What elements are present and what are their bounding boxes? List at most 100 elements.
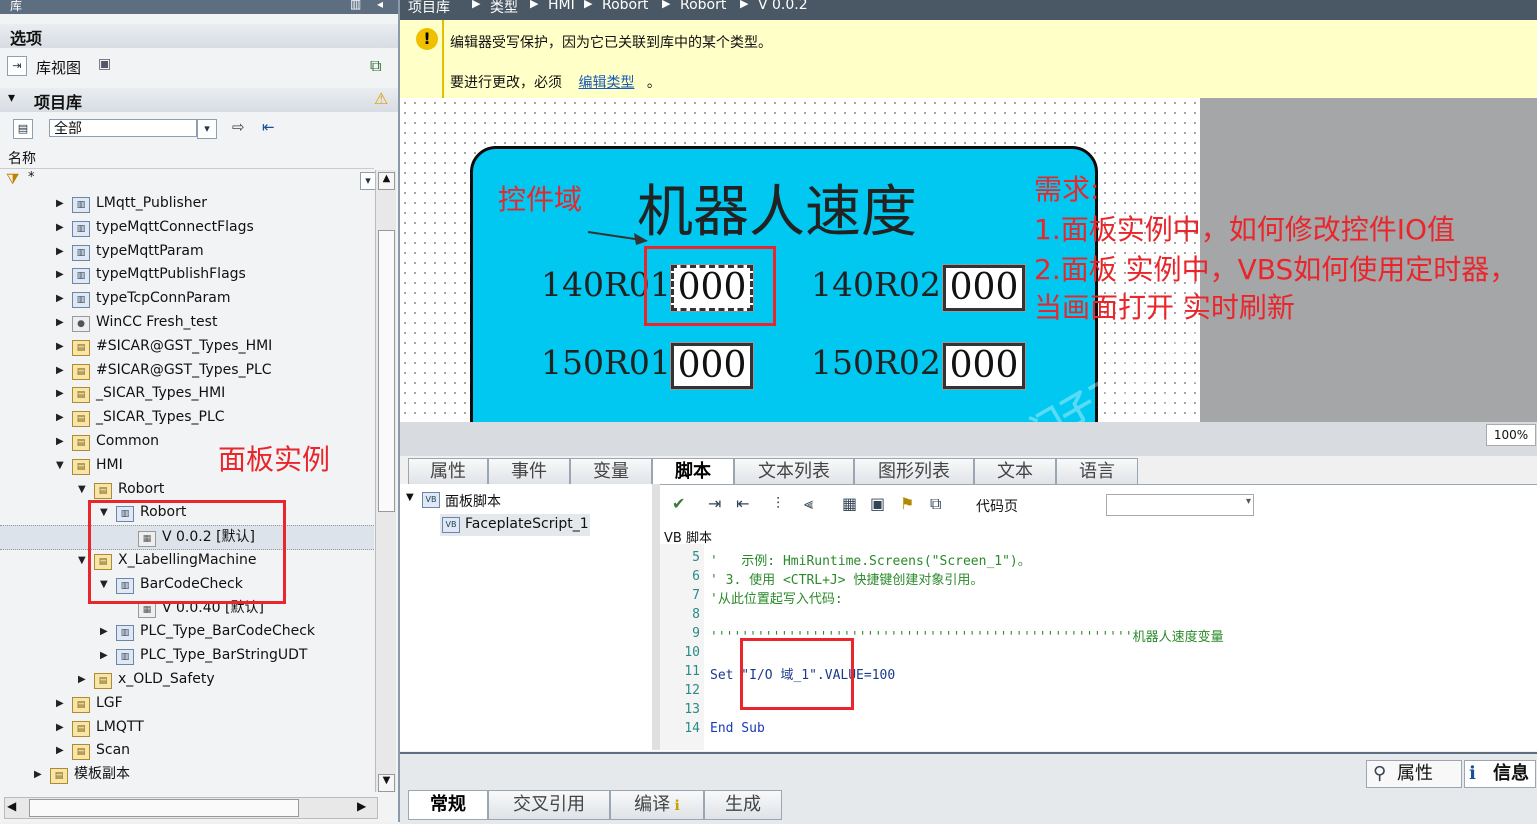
chevron-right-icon[interactable]: ▶	[34, 763, 46, 786]
tree-item[interactable]: ▶ ▥ typeTcpConnParam	[0, 287, 374, 310]
tab-5[interactable]: 图形列表	[854, 458, 974, 486]
code-line[interactable]: ' 3. 使用 <CTRL+J> 快捷键创建对象引用。	[710, 569, 983, 588]
chevron-right-icon[interactable]: ▶	[78, 668, 90, 691]
tree-item[interactable]: ▶ ● WinCC Fresh_test	[0, 311, 374, 334]
scroll-down-icon[interactable]: ▼	[378, 774, 395, 792]
next-bookmark-icon[interactable]: ⧉	[930, 494, 941, 514]
tree-item[interactable]: ▶ ▥ PLC_Type_BarCodeCheck	[0, 620, 374, 643]
chevron-down-icon[interactable]: ▼	[78, 478, 90, 501]
io-field-140r02[interactable]: 000	[942, 264, 1026, 312]
chevron-right-icon[interactable]: ▶	[56, 263, 68, 286]
splitter-area[interactable]	[400, 422, 1537, 456]
check-syntax-icon[interactable]: ✔	[672, 494, 685, 513]
chevron-right-icon[interactable]: ▶	[56, 430, 68, 453]
breadcrumb-item[interactable]: 项目库	[408, 0, 450, 17]
code-line[interactable]: ' 示例: HmiRuntime.Screens("Screen_1")。	[710, 550, 1031, 569]
bottom-tab-3[interactable]: 生成	[704, 790, 782, 820]
scroll-thumb[interactable]	[378, 230, 395, 512]
export-icon[interactable]: ⇨	[232, 118, 245, 136]
library-view-icon[interactable]: ⇥	[7, 56, 27, 76]
project-library-section[interactable]: ▾ 项目库 ⚠	[0, 88, 398, 112]
edit-type-link[interactable]: 编辑类型	[578, 75, 634, 91]
tree-item[interactable]: ▶ ▤ _SICAR_Types_HMI	[0, 382, 374, 405]
tree-item[interactable]: ▶ ▤ LGF	[0, 692, 374, 715]
pin-icon[interactable]: ▥	[350, 0, 361, 11]
outdent-icon[interactable]: ⇤	[736, 494, 749, 513]
import-icon[interactable]: ⇤	[262, 118, 275, 136]
bottom-tab-2[interactable]: 编译 ℹ	[610, 790, 704, 820]
chevron-right-icon[interactable]: ▶	[56, 192, 68, 215]
code-line[interactable]: End Sub	[710, 721, 765, 736]
chevron-right-icon[interactable]: ▶	[56, 739, 68, 762]
filter-select[interactable]: 全部	[49, 119, 197, 137]
tab-7[interactable]: 语言	[1056, 458, 1138, 486]
tree-item[interactable]: ▶ ▥ typeMqttPublishFlags	[0, 263, 374, 286]
scroll-up-icon[interactable]: ▲	[378, 172, 395, 190]
dropdown-arrow-icon[interactable]: ▾	[1246, 496, 1251, 507]
tree-item[interactable]: ▶ ▤ #SICAR@GST_Types_PLC	[0, 359, 374, 382]
chevron-right-icon[interactable]: ▶	[56, 311, 68, 334]
options-section[interactable]: 选项	[0, 24, 398, 48]
hscroll-thumb[interactable]	[29, 799, 299, 817]
code-line[interactable]: '从此位置起写入代码:	[710, 588, 843, 607]
tree-scrollbar[interactable]: ▲ ▼	[375, 170, 396, 792]
name-column-header[interactable]: 名称	[0, 146, 374, 169]
chevron-right-icon[interactable]: ▶	[56, 216, 68, 239]
tree-item[interactable]: ▼ ▤ Robort	[0, 478, 374, 501]
open-library-icon[interactable]: ⧉	[370, 56, 381, 76]
scroll-left-icon[interactable]: ◀	[7, 799, 23, 815]
codepage-select[interactable]: ▾	[1106, 494, 1254, 516]
chevron-right-icon[interactable]: ▶	[56, 692, 68, 715]
script-item[interactable]: VB FaceplateScript_1	[440, 514, 590, 536]
tree-item[interactable]: ▶ ▤ _SICAR_Types_PLC	[0, 406, 374, 429]
tab-4[interactable]: 文本列表	[734, 458, 854, 486]
io-field-150r02[interactable]: 000	[942, 342, 1026, 390]
tree-item[interactable]: ▶ ▥ LMqtt_Publisher	[0, 192, 374, 215]
library-settings-icon[interactable]: ▤	[13, 119, 33, 139]
chevron-right-icon[interactable]: ▶	[56, 240, 68, 263]
bottom-tab-1[interactable]: 交叉引用	[488, 790, 610, 820]
tree-item[interactable]: ▶ ▥ typeMqttConnectFlags	[0, 216, 374, 239]
tree-item[interactable]: ▶ ▤ x_OLD_Safety	[0, 668, 374, 691]
chevron-down-icon[interactable]: ▼	[56, 454, 68, 477]
io-field-150r01[interactable]: 000	[670, 342, 754, 390]
pane-splitter[interactable]	[652, 484, 660, 750]
tab-2[interactable]: 变量	[570, 458, 652, 486]
filter-row[interactable]: ⧩ * ▾	[0, 170, 376, 192]
tab-0[interactable]: 属性	[408, 458, 488, 486]
comment-icon[interactable]: ⫶	[776, 494, 780, 514]
breadcrumb-item[interactable]: V 0.0.2	[758, 0, 808, 13]
chevron-right-icon[interactable]: ▶	[100, 644, 112, 667]
library-view-button[interactable]: 库视图	[36, 57, 81, 78]
chevron-right-icon[interactable]: ▶	[56, 287, 68, 310]
tab-3[interactable]: 脚本	[652, 458, 734, 486]
tree-item[interactable]: ▶ ▥ typeMqttParam	[0, 240, 374, 263]
properties-button[interactable]: ⚲ 属性	[1366, 760, 1462, 788]
chevron-right-icon[interactable]: ▶	[56, 716, 68, 739]
bottom-tab-0[interactable]: 常规	[408, 790, 488, 820]
list-objects-icon[interactable]: ▦	[842, 494, 857, 513]
indent-icon[interactable]: ⇥	[708, 494, 721, 513]
chevron-right-icon[interactable]: ▶	[56, 406, 68, 429]
scroll-right-icon[interactable]: ▶	[357, 799, 373, 815]
collapse-left-icon[interactable]: ◂	[377, 0, 383, 11]
chevron-right-icon[interactable]: ▶	[100, 620, 112, 643]
script-root-label[interactable]: 面板脚本	[445, 491, 501, 511]
dropdown-arrow-icon[interactable]: ▾	[197, 119, 217, 139]
tree-item[interactable]: ▶ ▤ LMQTT	[0, 716, 374, 739]
info-button[interactable]: ℹ 信息	[1464, 760, 1536, 788]
funnel-icon[interactable]: ⧩	[6, 170, 19, 188]
tree-item[interactable]: ▶ ▤ #SICAR@GST_Types_HMI	[0, 335, 374, 358]
filter-dropdown-icon[interactable]: ▾	[360, 172, 376, 190]
chevron-down-icon[interactable]: ▾	[8, 90, 15, 106]
chevron-down-icon[interactable]: ▼	[406, 492, 414, 503]
breadcrumb-item[interactable]: Robort	[680, 0, 726, 13]
bookmark-icon[interactable]: ⚑	[900, 494, 914, 513]
breadcrumb-item[interactable]: 类型	[490, 0, 518, 17]
tree-item[interactable]: ▶ ▤ Scan	[0, 739, 374, 762]
chevron-right-icon[interactable]: ▶	[56, 382, 68, 405]
breadcrumb-item[interactable]: HMI	[548, 0, 575, 13]
tab-6[interactable]: 文本	[974, 458, 1056, 486]
uncomment-icon[interactable]: ⫷	[804, 494, 813, 514]
zoom-level[interactable]: 100%	[1486, 424, 1536, 446]
